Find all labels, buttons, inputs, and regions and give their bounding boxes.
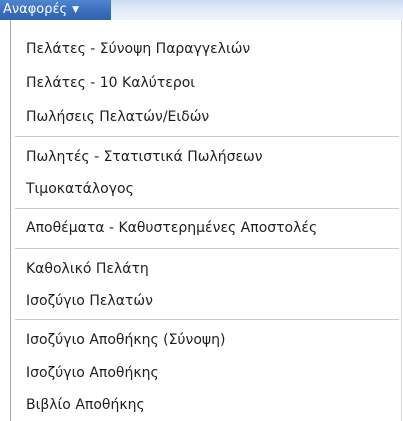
menu-item-customers-top-10[interactable]: Πελάτες - 10 Καλύτεροι (26, 74, 195, 92)
menu-item-customer-balance[interactable]: Ισοζύγιο Πελατών (26, 292, 153, 310)
menu-item-customers-order-summary[interactable]: Πελάτες - Σύνοψη Παραγγελιών (26, 40, 250, 58)
chevron-down-icon: ▼ (72, 5, 80, 15)
reports-menu-label: Αναφορές (3, 2, 68, 17)
menu-item-customer-item-sales[interactable]: Πωλήσεις Πελατών/Ειδών (26, 108, 209, 126)
reports-menu-button[interactable]: Αναφορές ▼ (0, 0, 111, 20)
menu-separator (15, 136, 399, 137)
reports-dropdown-menu: Πελάτες - Σύνοψη Παραγγελιών Πελάτες - 1… (10, 20, 402, 421)
menu-item-warehouse-balance[interactable]: Ισοζύγιο Αποθήκης (26, 364, 159, 382)
menu-item-warehouse-book[interactable]: Βιβλίο Αποθήκης (26, 396, 145, 414)
menu-separator (15, 319, 399, 320)
menu-item-salesmen-sales-statistics[interactable]: Πωλητές - Στατιστικά Πωλήσεων (26, 148, 263, 166)
menu-separator (15, 208, 399, 209)
menu-item-price-list[interactable]: Τιμοκατάλογος (26, 180, 134, 198)
menu-item-customer-ledger[interactable]: Καθολικό Πελάτη (26, 260, 149, 278)
menu-item-stock-delayed-shipments[interactable]: Αποθέματα - Καθυστερημένες Αποστολές (26, 219, 317, 237)
menu-item-warehouse-balance-summary[interactable]: Ισοζύγιο Αποθήκης (Σύνοψη) (26, 331, 226, 349)
menu-separator (15, 248, 399, 249)
